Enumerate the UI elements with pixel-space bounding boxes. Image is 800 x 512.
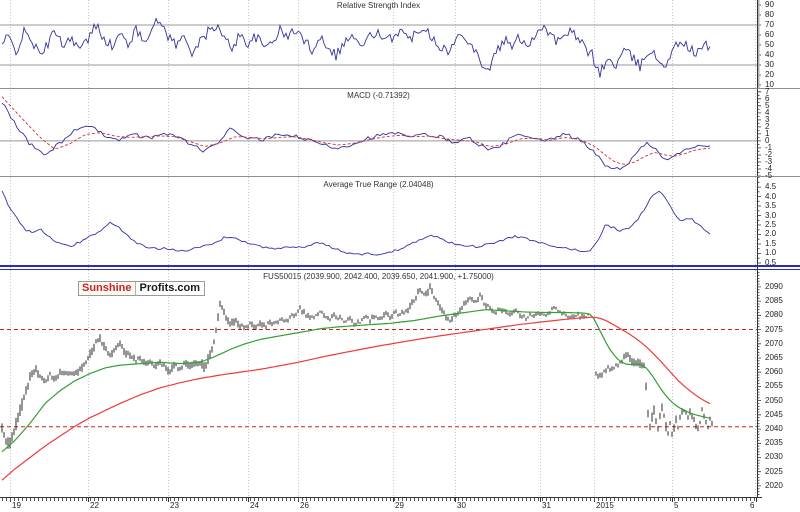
x-tick-label: 23	[170, 501, 179, 510]
y-tick-label: 2050	[765, 395, 783, 405]
y-tick-label: 3.5	[765, 201, 777, 211]
logo-brand-left: Sunshine	[79, 282, 136, 295]
x-tick-label: 29	[395, 501, 404, 510]
x-tick-label: 2015	[596, 501, 614, 510]
y-tick-label: 30	[765, 60, 774, 69]
x-tick-label: 24	[250, 501, 259, 510]
y-tick-label: 0.5	[765, 257, 777, 267]
y-tick-label: 2035	[765, 438, 783, 448]
x-axis-minor-ticks	[2, 498, 758, 501]
y-tick-label: 2040	[765, 424, 783, 434]
y-tick-label: 2055	[765, 381, 783, 391]
y-tick-label: -5	[765, 171, 773, 180]
y-tick-label: 2060	[765, 367, 783, 377]
macd-panel-title: MACD (-0.71392)	[347, 91, 410, 100]
y-tick-label: 2080	[765, 310, 783, 320]
y-tick-label: 2.0	[765, 229, 777, 239]
panel-separator	[0, 88, 800, 89]
panel-separator-blue	[0, 269, 800, 270]
y-tick-label: 2020	[765, 480, 783, 490]
sunshineprofits-logo: Sunshine Profits.com	[78, 281, 206, 296]
atr-panel-title: Average True Range (2.04048)	[323, 180, 434, 189]
y-tick-label: 70	[765, 20, 774, 29]
y-tick-label: 90	[765, 0, 774, 9]
y-tick-label: 4.5	[765, 182, 777, 192]
x-tick-label: 22	[90, 501, 99, 510]
chart-root: Relative Strength Index MACD (-0.71392) …	[0, 0, 800, 512]
panel-separator-blue	[0, 265, 800, 267]
x-tick-label: 19	[12, 501, 21, 510]
x-tick-label: 31	[542, 501, 551, 510]
y-tick-label: 2085	[765, 296, 783, 306]
rsi-panel-title: Relative Strength Index	[336, 1, 421, 10]
price-panel-title: FUS50015 (2039.900, 2042.400, 2039.650, …	[263, 272, 494, 281]
y-tick-label: 2090	[765, 281, 783, 291]
chart-canvas	[0, 0, 762, 502]
x-tick-label: 30	[457, 501, 466, 510]
y-tick-label: 1.5	[765, 238, 777, 248]
y-tick-label: 2075	[765, 324, 783, 334]
panel-separator	[0, 176, 800, 177]
y-tick-label: 2030	[765, 452, 783, 462]
y-tick-label: 2045	[765, 409, 783, 419]
y-tick-label: 2.5	[765, 220, 777, 229]
y-tick-label: 2070	[765, 338, 783, 348]
y-tick-label: 2065	[765, 352, 783, 362]
y-tick-label: 60	[765, 30, 774, 39]
y-tick-label: 20	[765, 70, 774, 79]
y-tick-label: 80	[765, 10, 774, 19]
y-tick-label: 4.0	[765, 191, 777, 201]
y-tick-label: 1.0	[765, 248, 777, 258]
logo-brand-right: Profits.com	[135, 282, 205, 295]
x-tick-label: 26	[300, 501, 309, 510]
y-tick-label: 3.0	[765, 210, 777, 220]
x-tick-label: 5	[674, 501, 679, 510]
x-tick-label: 6	[750, 501, 755, 510]
y-tick-label: 2025	[765, 466, 783, 476]
y-tick-label: 40	[765, 50, 774, 59]
y-tick-label: 50	[765, 40, 774, 49]
